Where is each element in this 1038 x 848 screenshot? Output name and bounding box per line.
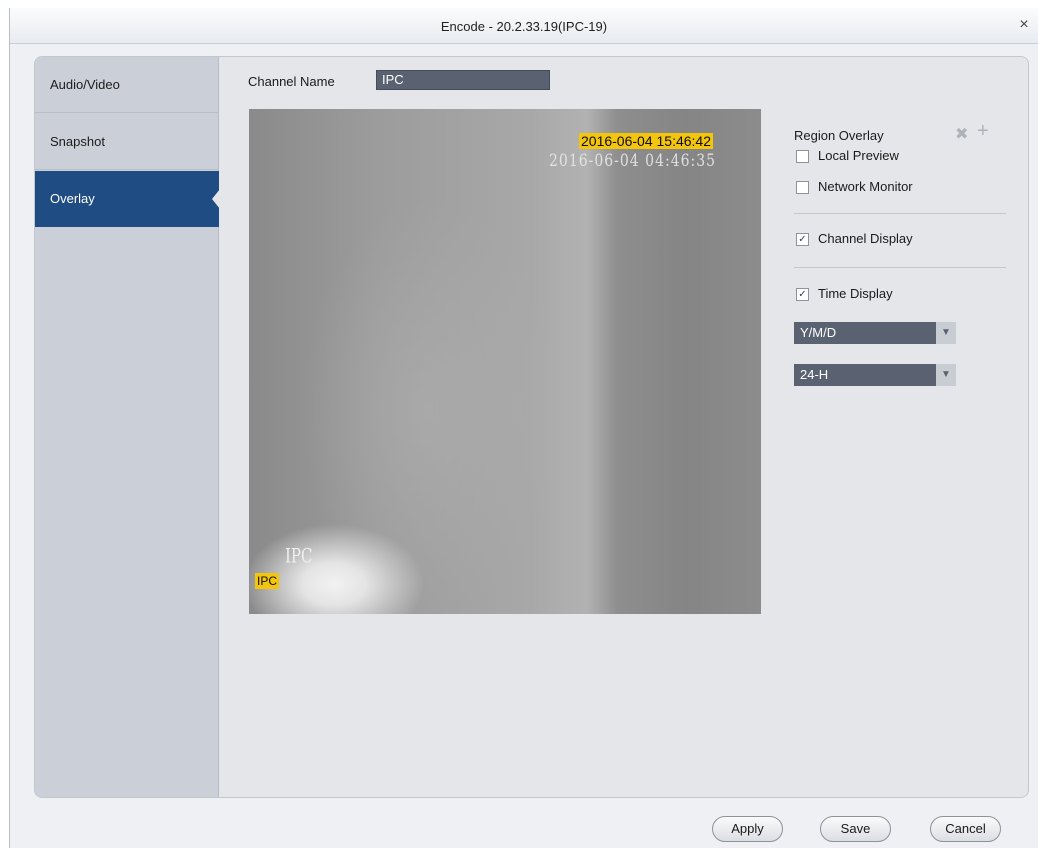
network-monitor-label: Network Monitor [818, 179, 913, 194]
video-preview: 2016-06-04 04:46:35 IPC 2016-06-04 15:46… [249, 109, 761, 614]
date-format-select[interactable]: Y/M/D ▼ [794, 322, 956, 344]
time-display-label: Time Display [818, 286, 893, 301]
checkbox-checked[interactable]: ✓ [796, 288, 809, 301]
chevron-down-icon[interactable]: ▼ [936, 364, 956, 386]
channel-name-label: Channel Name [248, 74, 335, 89]
dialog-title: Encode - 20.2.33.19(IPC-19) [440, 19, 608, 34]
time-overlay-box[interactable]: 2016-06-04 15:46:42 [579, 133, 713, 149]
close-icon[interactable]: × [1016, 16, 1032, 34]
camera-time-text: 2016-06-04 04:46:35 [549, 151, 717, 171]
divider [794, 267, 1006, 268]
channel-display-label: Channel Display [818, 231, 913, 246]
sidebar-item-overlay[interactable]: Overlay [35, 171, 220, 227]
sidebar-item-audio-video[interactable]: Audio/Video [35, 57, 219, 113]
save-button[interactable]: Save [820, 816, 891, 842]
checkbox-box[interactable] [796, 150, 809, 163]
sidebar-item-snapshot[interactable]: Snapshot [35, 114, 219, 170]
delete-region-icon[interactable]: ✖ [955, 124, 968, 144]
encode-dialog: Encode - 20.2.33.19(IPC-19) × Audio/Vide… [9, 8, 1038, 848]
apply-button[interactable]: Apply [712, 816, 783, 842]
channel-overlay-box[interactable]: IPC [255, 573, 280, 589]
cancel-button[interactable]: Cancel [930, 816, 1001, 842]
hour-format-value: 24-H [800, 367, 829, 382]
date-format-value: Y/M/D [800, 325, 837, 340]
sidebar: Audio/Video Snapshot Overlay [35, 57, 220, 797]
camera-channel-text: IPC [285, 544, 313, 568]
checkbox-box[interactable] [796, 181, 809, 194]
hour-format-select[interactable]: 24-H ▼ [794, 364, 956, 386]
checkbox-checked[interactable]: ✓ [796, 233, 809, 246]
add-region-icon[interactable]: + [977, 121, 989, 141]
chevron-down-icon[interactable]: ▼ [936, 322, 956, 344]
local-preview-label: Local Preview [818, 148, 899, 163]
title-bar[interactable]: Encode - 20.2.33.19(IPC-19) × [10, 8, 1038, 44]
region-overlay-label: Region Overlay [794, 128, 884, 143]
channel-name-input[interactable]: IPC [376, 70, 550, 90]
divider [794, 213, 1006, 214]
